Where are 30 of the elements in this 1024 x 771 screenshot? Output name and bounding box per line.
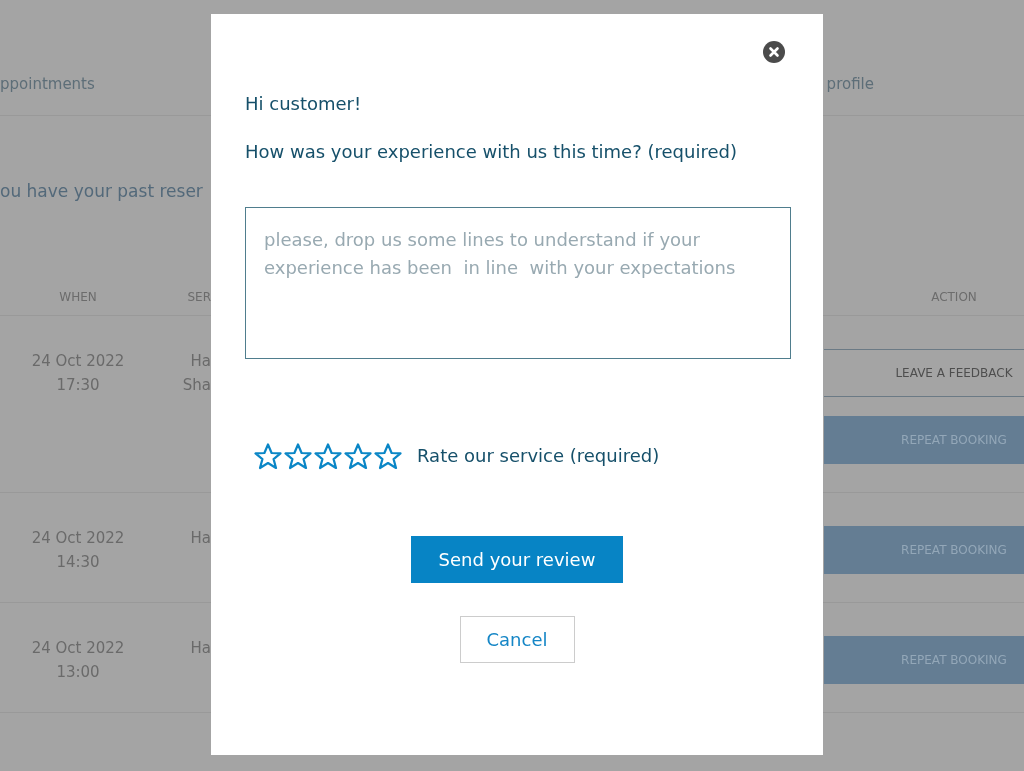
close-icon	[763, 41, 785, 63]
greeting-text: Hi customer!	[245, 92, 362, 116]
booking-date: 24 Oct 2022	[31, 351, 125, 372]
booking-time: 13:00	[56, 662, 100, 683]
star-icon[interactable]	[344, 442, 372, 470]
service-name: Ha	[190, 528, 211, 549]
booking-time: 14:30	[56, 552, 100, 573]
close-button[interactable]	[763, 41, 785, 63]
star-icon[interactable]	[284, 442, 312, 470]
booking-date: 24 Oct 2022	[31, 528, 125, 549]
service-name: Sha	[182, 375, 211, 396]
question-text: How was your experience with us this time? (required)	[245, 140, 737, 164]
page-heading: ou have your past reser	[0, 180, 203, 203]
cancel-button[interactable]: Cancel	[459, 616, 575, 663]
leave-feedback-button[interactable]: LEAVE A FEEDBACK	[824, 349, 1024, 397]
nav-link[interactable]: ppointments	[0, 74, 95, 94]
service-name: Ha	[190, 351, 211, 372]
column-header: WHEN	[59, 289, 97, 304]
star-icon[interactable]	[314, 442, 342, 470]
column-header: SER	[187, 289, 211, 304]
star-icon[interactable]	[254, 442, 282, 470]
service-name: Ha	[190, 638, 211, 659]
send-review-button[interactable]: Send your review	[411, 536, 623, 583]
booking-date: 24 Oct 2022	[31, 638, 125, 659]
rating-label: Rate our service (required)	[417, 444, 660, 468]
nav-link[interactable]: profile	[826, 74, 874, 94]
column-header: ACTION	[931, 289, 977, 304]
booking-time: 17:30	[56, 375, 100, 396]
star-icon[interactable]	[374, 442, 402, 470]
feedback-field[interactable]: please, drop us some lines to understand if your experience has been in line with your expectations	[245, 207, 791, 359]
